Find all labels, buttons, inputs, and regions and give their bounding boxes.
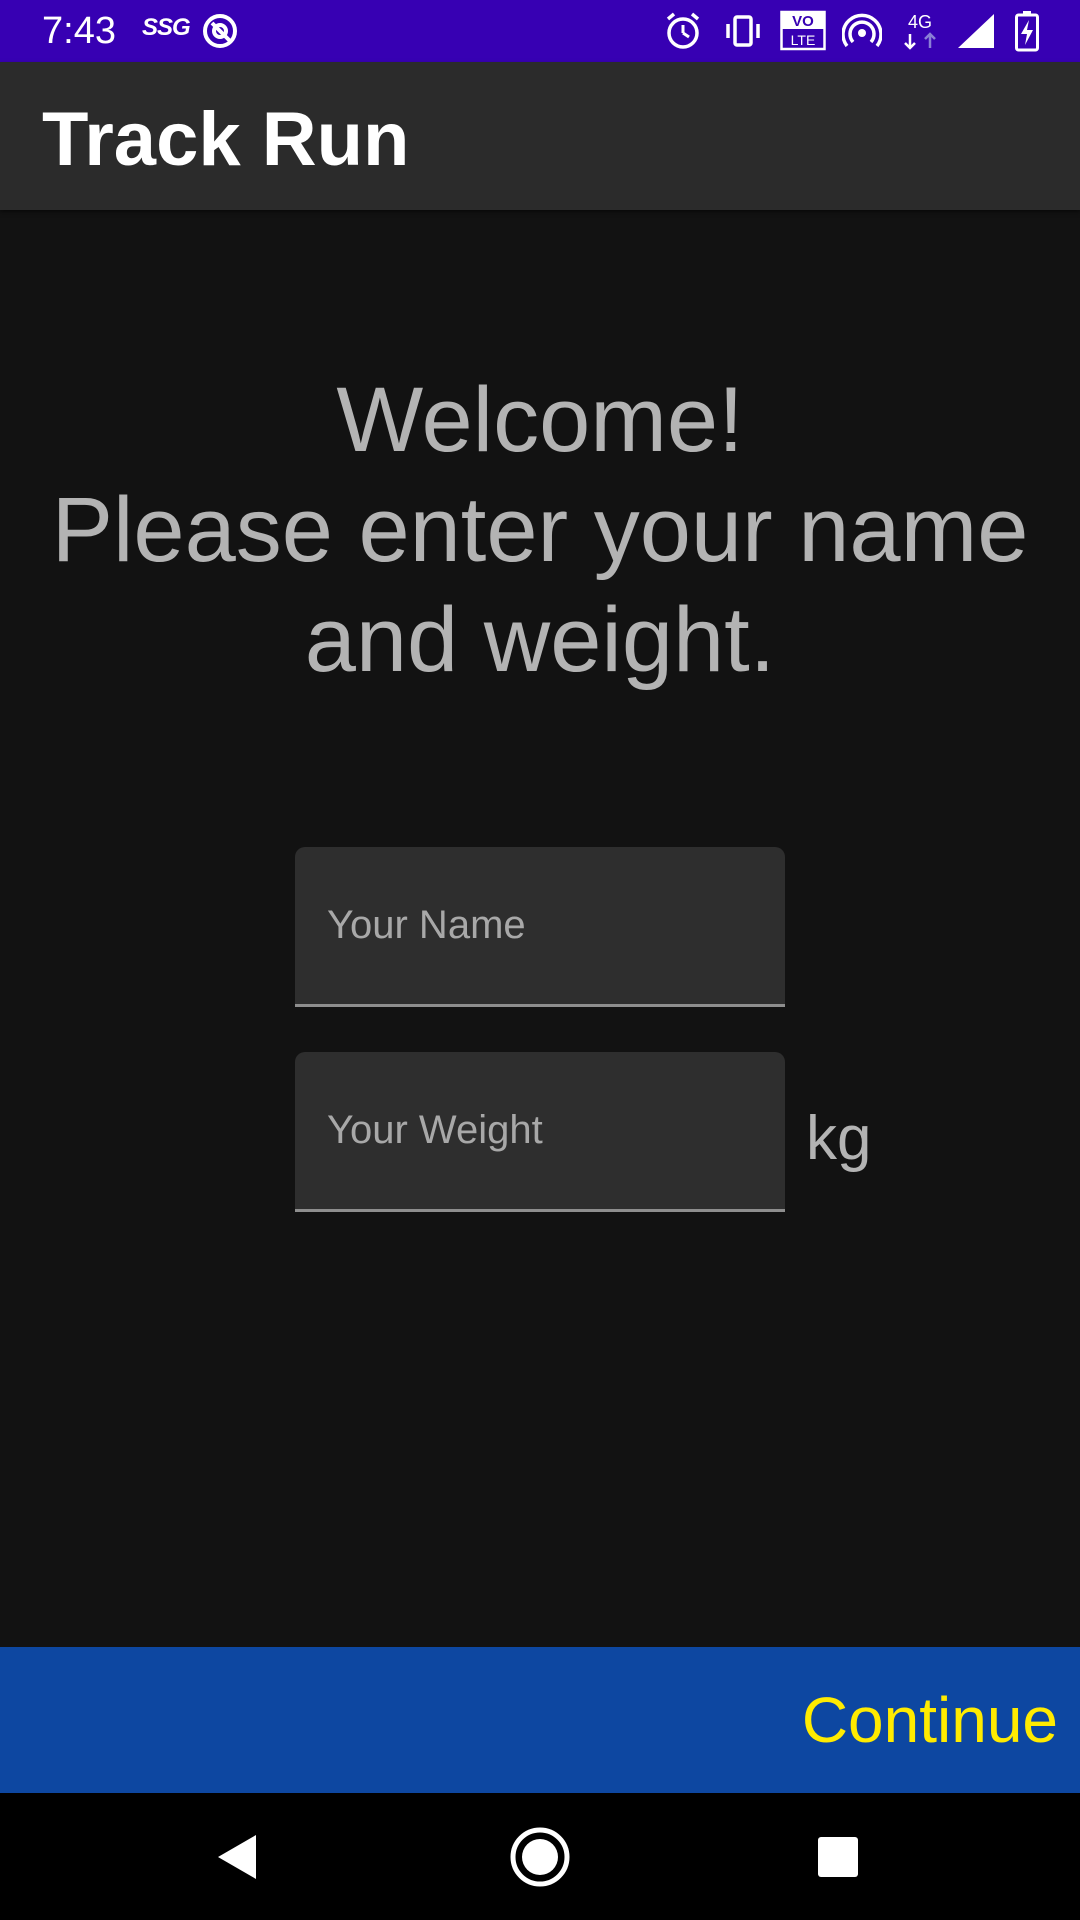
- at-sign-icon: [200, 10, 240, 52]
- volte-top-label: VO: [792, 13, 814, 30]
- status-bar: 7:43 SSG VO LTE 4G: [0, 0, 1080, 62]
- navigation-bar: [0, 1793, 1080, 1920]
- vibrate-icon: [722, 10, 764, 52]
- hotspot-icon: [842, 10, 882, 52]
- home-icon[interactable]: [502, 1819, 578, 1895]
- carrier-label: SSG: [142, 14, 191, 41]
- welcome-line-3: and weight.: [304, 589, 776, 691]
- volte-icon: VO LTE: [780, 10, 826, 52]
- screen: 7:43 SSG VO LTE 4G Track Run Welcome! Pl…: [0, 0, 1080, 1920]
- name-input[interactable]: [295, 847, 785, 1004]
- volte-bottom-label: LTE: [791, 32, 816, 48]
- app-title: Track Run: [42, 97, 410, 182]
- status-time: 7:43: [42, 10, 116, 52]
- weight-input[interactable]: [295, 1052, 785, 1209]
- continue-button[interactable]: Continue: [802, 1677, 1058, 1763]
- weight-field-container: [295, 1052, 785, 1212]
- 4g-icon: 4G: [900, 10, 940, 52]
- name-field-container: [295, 847, 785, 1007]
- recents-icon[interactable]: [800, 1819, 876, 1895]
- welcome-line-1: Welcome!: [336, 369, 744, 471]
- back-icon[interactable]: [200, 1819, 276, 1895]
- weight-unit-label: kg: [806, 1104, 872, 1173]
- signal-icon: [956, 10, 996, 52]
- network-type-label: 4G: [908, 12, 932, 32]
- alarm-icon: [664, 10, 702, 52]
- battery-charging-icon: [1014, 10, 1040, 52]
- welcome-line-2: Please enter your name: [51, 479, 1029, 581]
- continue-bar: Continue: [0, 1647, 1080, 1793]
- welcome-message: Welcome! Please enter your name and weig…: [0, 365, 1080, 695]
- app-bar: Track Run: [0, 62, 1080, 210]
